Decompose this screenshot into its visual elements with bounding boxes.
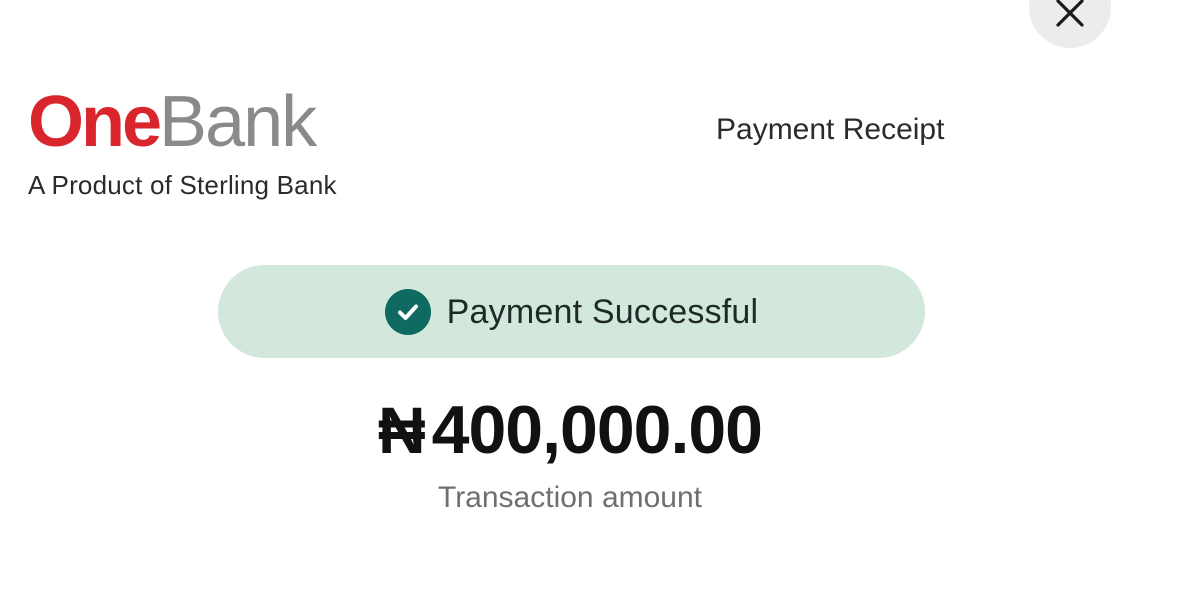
page-title: Payment Receipt: [716, 113, 945, 146]
amount-value: 400,000.00: [431, 392, 763, 468]
logo-part-bank: Bank: [159, 82, 317, 162]
status-badge: Payment Successful: [218, 265, 925, 358]
currency-symbol: ₦: [377, 393, 426, 467]
amount-label: Transaction amount: [437, 481, 703, 514]
brand-tagline: A Product of Sterling Bank: [28, 170, 337, 200]
transaction-amount: ₦ 400,000.00: [0, 392, 1140, 468]
logo-part-one: One: [28, 82, 162, 162]
status-label: Payment Successful: [446, 292, 759, 331]
close-icon: [1055, 0, 1085, 28]
payment-receipt-screen: OneBank A Product of Sterling Bank Payme…: [0, 0, 1200, 598]
brand-block: OneBank A Product of Sterling Bank: [28, 86, 337, 200]
close-button[interactable]: [1029, 0, 1111, 48]
check-circle-icon: [384, 288, 431, 335]
onebank-logo: OneBank: [28, 86, 337, 158]
